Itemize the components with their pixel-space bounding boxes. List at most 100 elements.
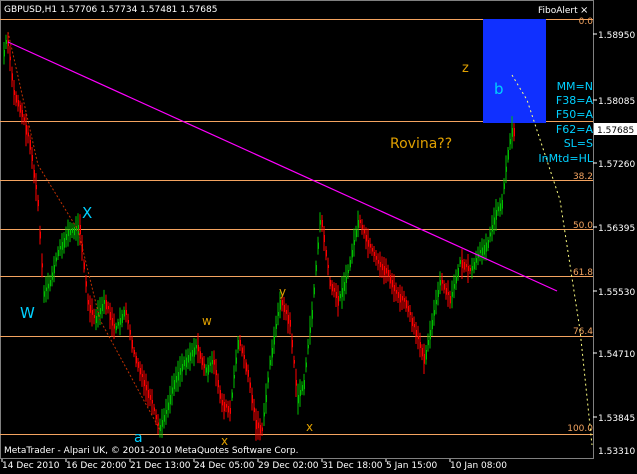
candle-body bbox=[325, 250, 327, 257]
candle-body bbox=[49, 280, 51, 287]
candle-body bbox=[281, 300, 283, 306]
candle-body bbox=[387, 270, 389, 277]
wave-label-W: W bbox=[20, 304, 35, 322]
candle-body bbox=[223, 402, 225, 412]
candle-body bbox=[265, 395, 267, 403]
candle-body bbox=[397, 292, 399, 298]
candle-body bbox=[151, 400, 153, 404]
candle-body bbox=[383, 266, 385, 276]
candle-body bbox=[469, 268, 471, 272]
candle-body bbox=[215, 370, 217, 376]
candle-body bbox=[497, 206, 499, 212]
price-tick: 1.53845 bbox=[598, 414, 635, 424]
candle-body bbox=[285, 310, 287, 314]
candle-body bbox=[23, 117, 25, 122]
candle-body bbox=[495, 210, 497, 220]
wave-label-b: b bbox=[494, 80, 504, 98]
candle-body bbox=[231, 392, 233, 398]
candle-body bbox=[229, 408, 231, 414]
candle-body bbox=[403, 298, 405, 302]
candle-body bbox=[301, 385, 303, 392]
fibo-panel-line-6: InMtd=HL bbox=[538, 152, 593, 165]
candle-body bbox=[429, 330, 431, 340]
candle-body bbox=[153, 407, 155, 412]
candle-body bbox=[79, 225, 81, 235]
price-tick: 1.55530 bbox=[598, 288, 635, 298]
price-chart[interactable]: 0.0 38.2 50.0 61.8 76.4 100.0 W X a w x … bbox=[0, 0, 637, 474]
candle-body bbox=[45, 287, 47, 292]
candle-body bbox=[299, 390, 301, 397]
candle-body bbox=[187, 355, 189, 363]
candle-body bbox=[327, 265, 329, 269]
candle-body bbox=[405, 300, 407, 309]
candle-body bbox=[127, 320, 129, 324]
candle-body bbox=[133, 350, 135, 355]
candle-body bbox=[123, 310, 125, 317]
time-label: 16 Dec 20:00 bbox=[66, 461, 127, 471]
candle-body bbox=[259, 425, 261, 434]
candle-body bbox=[221, 400, 223, 406]
candle-body bbox=[105, 300, 107, 310]
candle-body bbox=[173, 380, 175, 390]
candle-body bbox=[489, 232, 491, 237]
target-box[interactable] bbox=[483, 19, 546, 123]
price-tick: 1.58950 bbox=[598, 31, 635, 41]
close-icon[interactable]: × bbox=[580, 5, 588, 16]
candle-body bbox=[449, 296, 451, 304]
candle-body bbox=[137, 362, 139, 368]
candle-body bbox=[71, 228, 73, 233]
candle-body bbox=[185, 357, 187, 368]
candle-body bbox=[255, 420, 257, 430]
candle-body bbox=[487, 240, 489, 248]
candle-body bbox=[139, 368, 141, 375]
candle-body bbox=[15, 95, 17, 103]
wave-label-x2: x bbox=[306, 420, 313, 434]
candle-body bbox=[441, 280, 443, 284]
candle-body bbox=[161, 420, 163, 427]
candle-body bbox=[193, 347, 195, 357]
candle-body bbox=[415, 330, 417, 337]
candle-body bbox=[237, 340, 239, 350]
candle-body bbox=[67, 230, 69, 237]
candle-body bbox=[135, 356, 137, 364]
candle-body bbox=[175, 376, 177, 383]
candle-body bbox=[235, 357, 237, 364]
candle-body bbox=[323, 235, 325, 243]
fibo-panel-line-4: F62=A bbox=[556, 123, 594, 136]
fibo-level-0: 0.0 bbox=[579, 17, 594, 27]
candle-body bbox=[207, 365, 209, 375]
candle-body bbox=[313, 287, 315, 295]
candle-body bbox=[57, 250, 59, 257]
candle-body bbox=[249, 382, 251, 388]
time-label: 14 Dec 2010 bbox=[2, 461, 60, 471]
candle-body bbox=[169, 395, 171, 405]
candle-body bbox=[455, 276, 457, 284]
candle-body bbox=[465, 264, 467, 268]
symbol-info: GBPUSD,H1 1.57706 1.57734 1.57481 1.5768… bbox=[4, 5, 217, 15]
price-tick: 1.58085 bbox=[598, 97, 635, 107]
candle-body bbox=[73, 227, 75, 236]
candle-body bbox=[219, 390, 221, 399]
candle-body bbox=[331, 284, 333, 292]
candle-body bbox=[447, 292, 449, 296]
candle-body bbox=[353, 240, 355, 246]
candle-body bbox=[9, 56, 11, 61]
candle-body bbox=[171, 387, 173, 394]
candle-body bbox=[121, 314, 123, 323]
candle-body bbox=[233, 375, 235, 379]
candle-body bbox=[335, 292, 337, 299]
candle-body bbox=[293, 360, 295, 364]
candle-body bbox=[51, 272, 53, 280]
candle-body bbox=[333, 288, 335, 292]
candle-body bbox=[427, 340, 429, 346]
candle-body bbox=[37, 200, 39, 207]
candle-body bbox=[275, 324, 277, 329]
candle-body bbox=[297, 395, 299, 404]
price-tick-bottom: 1.53310 bbox=[598, 447, 635, 457]
candle-body bbox=[279, 300, 281, 310]
candle-body bbox=[321, 220, 323, 227]
candle-body bbox=[315, 265, 317, 272]
candle-body bbox=[291, 340, 293, 348]
candle-body bbox=[459, 260, 461, 264]
candle-body bbox=[5, 40, 7, 44]
